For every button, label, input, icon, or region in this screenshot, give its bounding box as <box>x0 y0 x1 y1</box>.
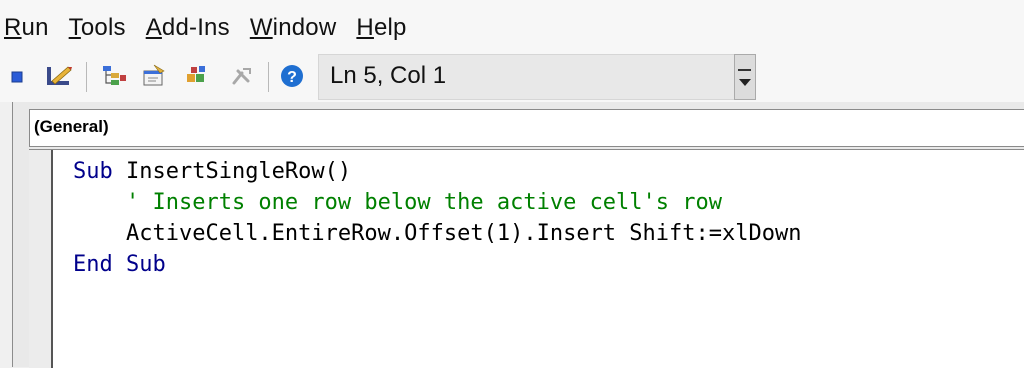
code-line[interactable]: End Sub <box>73 249 802 280</box>
menu-window[interactable]: Window <box>250 14 337 42</box>
code-identifier: ActiveCell.EntireRow.Offset(1).Insert Sh… <box>125 221 802 246</box>
code-comment: ' Inserts one row below the active cell'… <box>125 190 723 215</box>
margin-indicator-bar[interactable] <box>29 150 53 368</box>
code-window: (General) Sub InsertSingleRow() ' Insert… <box>12 102 1024 368</box>
code-line[interactable]: ActiveCell.EntireRow.Offset(1).Insert Sh… <box>73 218 802 249</box>
code-editor[interactable]: Sub InsertSingleRow() ' Inserts one row … <box>29 149 1024 368</box>
toolbar-separator <box>268 62 269 92</box>
code-line[interactable]: ' Inserts one row below the active cell'… <box>73 187 802 218</box>
menu-bar: Run Tools Add-Ins Window Help <box>0 0 1024 56</box>
design-mode-icon[interactable] <box>44 63 72 89</box>
stop-icon[interactable] <box>4 63 30 89</box>
object-combo-value: (General) <box>34 117 109 136</box>
code-line[interactable]: Sub InsertSingleRow() <box>73 156 802 187</box>
menu-run[interactable]: Run <box>4 14 49 42</box>
toolbox-icon[interactable] <box>228 63 254 89</box>
standard-toolbar: ? Ln 5, Col 1 <box>0 54 1024 102</box>
code-keyword: Sub <box>73 159 126 184</box>
svg-text:?: ? <box>287 69 297 86</box>
toolbar-options-dropdown[interactable] <box>734 54 756 100</box>
grip-icon <box>738 69 751 71</box>
object-combo-box[interactable]: (General) <box>29 109 1024 147</box>
menu-tools[interactable]: Tools <box>69 14 126 42</box>
menu-help[interactable]: Help <box>356 14 406 42</box>
cursor-position-status: Ln 5, Col 1 <box>330 62 447 89</box>
object-browser-icon[interactable] <box>184 63 210 89</box>
code-keyword: End Sub <box>73 252 166 277</box>
help-icon[interactable]: ? <box>279 63 305 89</box>
menu-add-ins[interactable]: Add-Ins <box>146 14 230 42</box>
toolbar-separator <box>86 62 87 92</box>
chevron-down-icon <box>739 79 751 86</box>
code-identifier: InsertSingleRow() <box>125 159 352 184</box>
properties-window-icon[interactable] <box>140 63 166 89</box>
project-explorer-icon[interactable] <box>100 63 126 89</box>
code-text[interactable]: Sub InsertSingleRow() ' Inserts one row … <box>73 156 802 280</box>
